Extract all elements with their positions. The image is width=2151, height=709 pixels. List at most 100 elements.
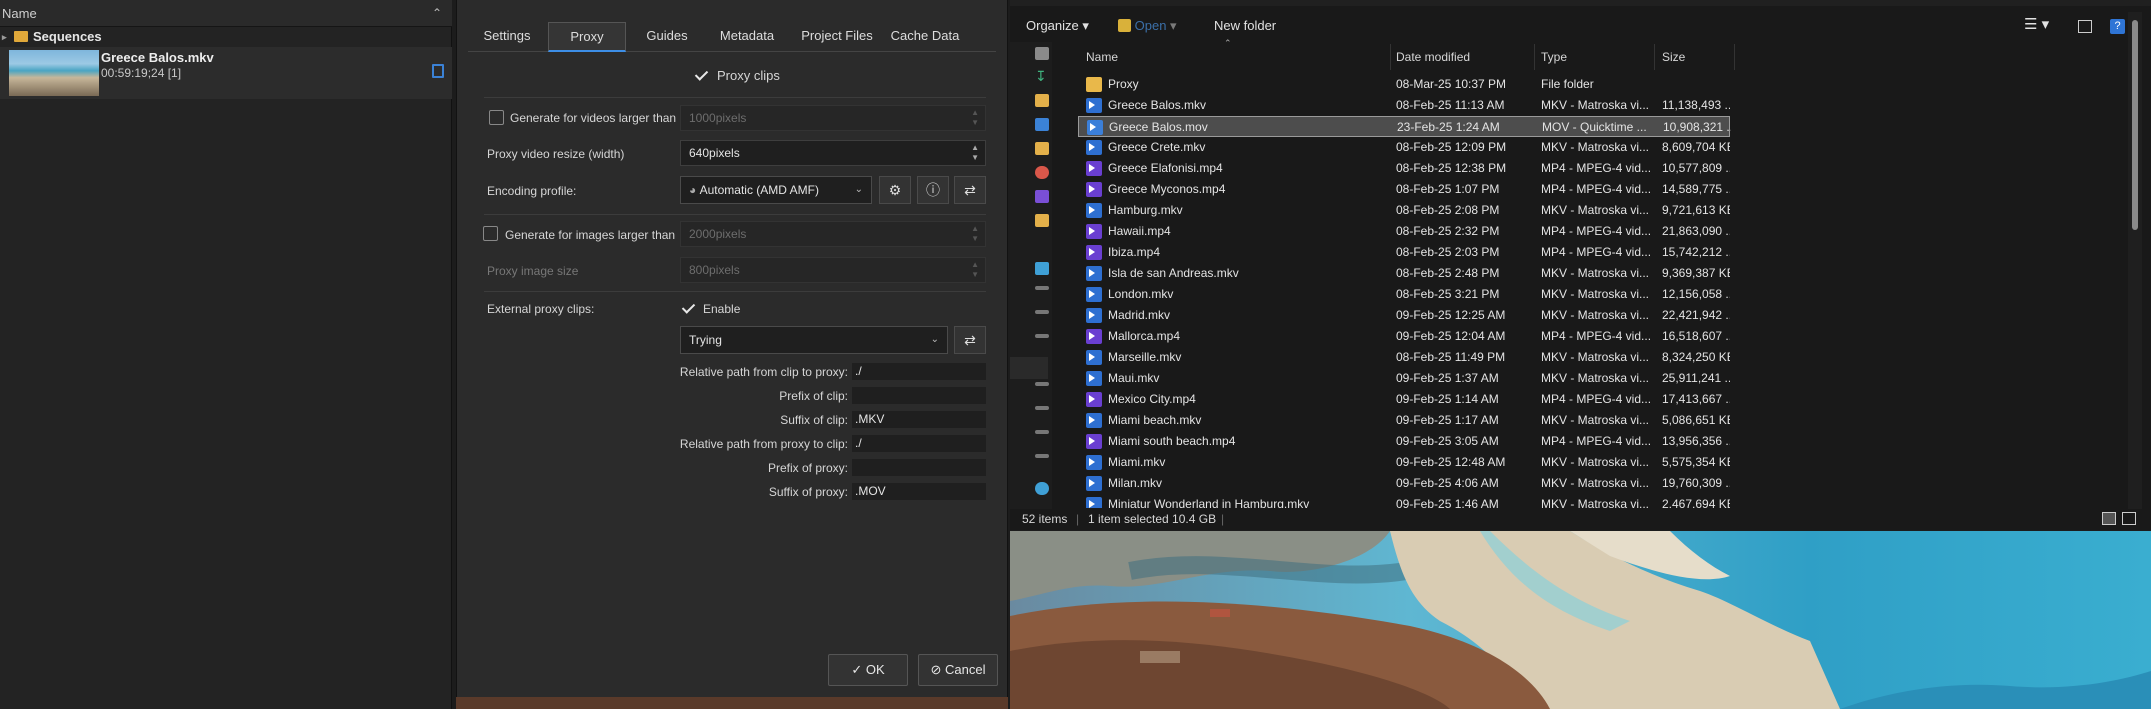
documents-folder-icon[interactable] [1035,94,1049,107]
drive-icon[interactable] [1035,454,1049,458]
proxy-clips-checkbox[interactable] [694,67,709,82]
expand-arrow-icon[interactable]: ▸ [2,27,7,47]
tab-guides[interactable]: Guides [628,22,706,52]
collapse-chevron-icon[interactable]: ⌃ [432,0,442,27]
spin-arrows-icon[interactable]: ▲ ▼ [971,108,979,128]
image-size-spinbox[interactable]: 800pixels ▲ ▼ [680,257,986,283]
cancel-label: Cancel [945,662,986,677]
music-icon[interactable] [1035,166,1049,179]
details-view-icon[interactable] [2102,512,2116,525]
open-button[interactable]: Open ▾ [1118,18,1177,34]
col-divider[interactable] [1534,44,1535,70]
settings-tabbar: Settings Proxy Guides Metadata Project F… [468,22,996,52]
file-row[interactable]: Hawaii.mp4 08-Feb-25 2:32 PM MP4 - MPEG-4 … [1078,221,1730,242]
drive-icon[interactable] [1035,406,1049,410]
file-row[interactable]: London.mkv 08-Feb-25 3:21 PM MKV - Matrosk… [1078,284,1730,305]
external-enable-checkbox[interactable] [681,300,696,315]
spin-arrows-icon[interactable]: ▲ ▼ [971,143,979,163]
proxy-to-clip-field[interactable]: ./ [852,435,986,452]
clip-to-proxy-field[interactable]: ./ [852,363,986,380]
folder-icon [14,31,28,42]
folder-icon[interactable] [1035,214,1049,227]
suffix-of-proxy-field[interactable]: .MOV [852,483,986,500]
col-name[interactable]: Name [1086,50,1118,64]
drive-icon[interactable] [1035,382,1049,386]
file-row[interactable]: Ibiza.mp4 08-Feb-25 2:03 PM MP4 - MPEG-4 v… [1078,242,1730,263]
gen-videos-checkbox[interactable] [489,110,504,125]
tab-metadata[interactable]: Metadata [708,22,786,52]
file-row[interactable]: Miami beach.mkv 09-Feb-25 1:17 AM MKV - Ma… [1078,410,1730,431]
col-divider[interactable] [1734,44,1735,70]
encoding-configure-button[interactable]: ⇄ [954,176,986,204]
file-size: 8,324,250 KB [1662,350,1730,364]
file-row[interactable]: Miniatur Wonderland in Hamburg.mkv 09-Feb… [1078,494,1730,508]
preview-pane-icon[interactable] [2078,20,2092,33]
gen-videos-spinbox[interactable]: 1000pixels ▲ ▼ [680,105,986,131]
file-row[interactable]: Greece Crete.mkv 08-Feb-25 12:09 PM MKV - … [1078,137,1730,158]
tab-proxy[interactable]: Proxy [548,22,626,52]
view-options-icon[interactable]: ☰ ▾ [2024,15,2049,33]
file-row[interactable]: Mallorca.mp4 09-Feb-25 12:04 AM MP4 - MPEG… [1078,326,1730,347]
sort-up-icon: ⌃ [1224,38,1232,48]
file-row[interactable]: Miami south beach.mp4 09-Feb-25 3:05 AM MP… [1078,431,1730,452]
tab-project-files[interactable]: Project Files [790,22,884,52]
drive-icon[interactable] [1035,286,1049,290]
drive-icon[interactable] [1035,310,1049,314]
file-row[interactable]: Greece Elafonisi.mp4 08-Feb-25 12:38 PM MP… [1078,158,1730,179]
status-bar: 52 items | 1 item selected 10.4 GB | [1010,509,2151,530]
tab-cache-data[interactable]: Cache Data [886,22,964,52]
prefix-of-clip-field[interactable] [852,387,986,404]
downloads-icon[interactable]: ↧ [1035,69,1049,83]
col-size[interactable]: Size [1662,50,1685,64]
file-row[interactable]: Milan.mkv 09-Feb-25 4:06 AM MKV - Matroska… [1078,473,1730,494]
tab-settings[interactable]: Settings [468,22,546,52]
bin-name-column-header[interactable]: Name ⌃ [0,0,452,27]
file-row[interactable]: Maui.mkv 09-Feb-25 1:37 AM MKV - Matroska … [1078,368,1730,389]
file-date: 08-Feb-25 12:09 PM [1396,140,1507,154]
gen-images-checkbox[interactable] [483,226,498,241]
scrollbar-thumb[interactable] [2132,20,2138,230]
resize-spinbox[interactable]: 640pixels ▲ ▼ [680,140,986,166]
col-date[interactable]: Date modified [1396,50,1470,64]
file-row[interactable]: Marseille.mkv 08-Feb-25 11:49 PM MKV - Mat… [1078,347,1730,368]
file-date: 08-Feb-25 2:03 PM [1396,245,1500,259]
file-row[interactable]: Madrid.mkv 09-Feb-25 12:25 AM MKV - Matros… [1078,305,1730,326]
external-profile-configure-button[interactable]: ⇄ [954,326,986,354]
external-profile-select[interactable]: Trying ⌄ [680,326,948,354]
pictures-icon[interactable] [1035,118,1049,131]
file-row[interactable]: Greece Balos.mov 23-Feb-25 1:24 AM MOV - Q… [1078,116,1731,137]
encoding-info-button[interactable]: ⓘ [917,176,949,204]
ok-button[interactable]: ✓ OK [828,654,908,686]
file-row[interactable]: Miami.mkv 09-Feb-25 12:48 AM MKV - Matrosk… [1078,452,1730,473]
videos-icon[interactable] [1035,190,1049,203]
col-type[interactable]: Type [1541,50,1567,64]
drive-icon[interactable] [1035,430,1049,434]
col-divider[interactable] [1654,44,1655,70]
file-row[interactable]: Proxy 08-Mar-25 10:37 PM File folder [1078,74,1730,95]
file-row[interactable]: Greece Balos.mkv 08-Feb-25 11:13 AM MKV - … [1078,95,1730,116]
large-icons-view-icon[interactable] [2122,512,2136,525]
file-row[interactable]: Hamburg.mkv 08-Feb-25 2:08 PM MKV - Matros… [1078,200,1730,221]
spin-arrows-icon[interactable]: ▲ ▼ [971,260,979,280]
organize-button[interactable]: Organize ▾ [1026,18,1089,34]
cancel-button[interactable]: ⊘ Cancel [918,654,998,686]
folder-icon[interactable] [1035,142,1049,155]
encoding-settings-gear-button[interactable]: ⚙ [879,176,911,204]
network-icon[interactable] [1035,482,1049,495]
bin-clip-item[interactable]: Greece Balos.mkv 00:59:19;24 [1] [0,47,452,99]
new-folder-button[interactable]: New folder [1214,18,1276,33]
this-pc-icon[interactable] [1035,262,1049,275]
file-row[interactable]: Isla de san Andreas.mkv 08-Feb-25 2:48 PM… [1078,263,1730,284]
sequences-folder[interactable]: ▸ Sequences [0,27,452,47]
gen-images-spinbox[interactable]: 2000pixels ▲ ▼ [680,221,986,247]
file-row[interactable]: Greece Myconos.mp4 08-Feb-25 1:07 PM MP4 -… [1078,179,1730,200]
suffix-of-clip-field[interactable]: .MKV [852,411,986,428]
desktop-icon[interactable] [1035,47,1049,60]
help-icon[interactable]: ? [2110,19,2125,34]
spin-arrows-icon[interactable]: ▲ ▼ [971,224,979,244]
col-divider[interactable] [1390,44,1391,70]
encoding-profile-select[interactable]: ◕ Automatic (AMD AMF) ⌄ [680,176,872,204]
drive-icon[interactable] [1035,334,1049,338]
file-row[interactable]: Mexico City.mp4 09-Feb-25 1:14 AM MP4 - MP… [1078,389,1730,410]
prefix-of-proxy-field[interactable] [852,459,986,476]
